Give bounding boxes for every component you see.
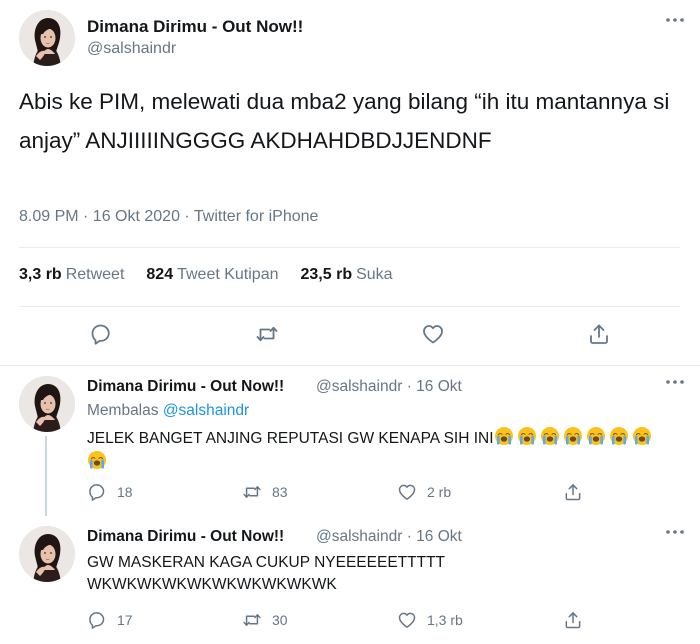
retweet-button[interactable]: 83: [242, 482, 288, 502]
replying-to-link[interactable]: @salshaindr: [163, 402, 249, 419]
quote-tweet-count[interactable]: 824 Tweet Kutipan: [146, 266, 278, 284]
thread-line: [45, 436, 47, 516]
crying-face-emoji: [632, 426, 652, 446]
reply-text-line: GW MASKERAN KAGA CUKUP NYEEEEEETTTTT: [87, 554, 445, 571]
display-name[interactable]: Dimana Dirimu - Out Now!!: [87, 17, 303, 37]
crying-face-emoji: [540, 426, 560, 446]
like-button[interactable]: 2 rb: [397, 482, 451, 502]
more-options-icon[interactable]: [664, 14, 686, 25]
avatar[interactable]: [19, 526, 75, 582]
like-button[interactable]: 1,3 rb: [397, 610, 463, 630]
like-icon: [421, 322, 445, 346]
divider: [19, 306, 680, 307]
like-count: 2 rb: [427, 484, 452, 500]
main-tweet: Dimana Dirimu - Out Now!! @salshaindr Ab…: [0, 0, 700, 366]
retweet-button[interactable]: 30: [242, 610, 288, 630]
profile-photo: [19, 526, 75, 582]
avatar[interactable]: [19, 376, 75, 432]
handle-and-time[interactable]: @salshaindr · 16 Okt: [316, 528, 462, 546]
retweet-count: 30: [272, 612, 288, 628]
user-handle[interactable]: @salshaindr: [87, 40, 176, 58]
display-name[interactable]: Dimana Dirimu - Out Now!!: [87, 378, 284, 396]
crying-face-emoji: [586, 426, 606, 446]
reply-icon: [87, 610, 107, 630]
crying-face-emoji: [563, 426, 583, 446]
like-icon: [397, 482, 417, 502]
handle-and-time[interactable]: @salshaindr · 16 Okt: [316, 378, 462, 396]
profile-photo: [19, 376, 75, 432]
reply-count: 18: [117, 484, 133, 500]
share-icon: [563, 610, 583, 630]
share-button[interactable]: [563, 482, 583, 502]
share-button[interactable]: [587, 322, 611, 346]
divider: [19, 247, 680, 248]
tweet-timestamp[interactable]: 8.09 PM · 16 Okt 2020 · Twitter for iPho…: [19, 208, 318, 226]
share-icon: [563, 482, 583, 502]
like-count[interactable]: 23,5 rb Suka: [301, 266, 393, 284]
share-button[interactable]: [563, 610, 583, 630]
crying-face-emoji: [609, 426, 629, 446]
avatar[interactable]: [19, 10, 75, 66]
retweet-button[interactable]: [255, 322, 279, 346]
retweet-icon: [242, 610, 262, 630]
reply-text: JELEK BANGET ANJING REPUTASI GW KENAPA S…: [87, 426, 677, 474]
profile-photo: [19, 10, 75, 66]
reply-button[interactable]: 17: [87, 610, 133, 630]
tweet-stats: 3,3 rb Retweet 824 Tweet Kutipan 23,5 rb Su…: [19, 266, 415, 284]
reply-count: 17: [117, 612, 133, 628]
reply-tweet[interactable]: Dimana Dirimu - Out Now!! @salshaindr · …: [0, 510, 700, 644]
reply-text-content: JELEK BANGET ANJING REPUTASI GW KENAPA S…: [87, 430, 494, 447]
more-options-icon[interactable]: [664, 376, 686, 387]
crying-face-emoji: [494, 426, 514, 446]
like-count: 1,3 rb: [427, 612, 463, 628]
replying-to: Membalas @salshaindr: [87, 402, 250, 419]
crying-face-emoji: [517, 426, 537, 446]
share-icon: [587, 322, 611, 346]
reply-text: GW MASKERAN KAGA CUKUP NYEEEEEETTTTT WKW…: [87, 552, 677, 596]
reply-button[interactable]: [89, 322, 113, 346]
display-name[interactable]: Dimana Dirimu - Out Now!!: [87, 528, 284, 546]
reply-icon: [87, 482, 107, 502]
tweet-text: Abis ke PIM, melewati dua mba2 yang bila…: [19, 89, 670, 153]
reply-icon: [89, 322, 113, 346]
retweet-count: 83: [272, 484, 288, 500]
like-icon: [397, 610, 417, 630]
retweet-count[interactable]: 3,3 rb Retweet: [19, 266, 124, 284]
more-options-icon[interactable]: [664, 526, 686, 537]
reply-text-line: WKWKWKWKWKWKWKWKWKWK: [87, 576, 337, 593]
reply-tweet[interactable]: Dimana Dirimu - Out Now!! @salshaindr · …: [0, 366, 700, 516]
like-button[interactable]: [421, 322, 445, 346]
retweet-icon: [255, 322, 279, 346]
retweet-icon: [242, 482, 262, 502]
crying-face-emoji: [87, 450, 107, 470]
reply-button[interactable]: 18: [87, 482, 133, 502]
